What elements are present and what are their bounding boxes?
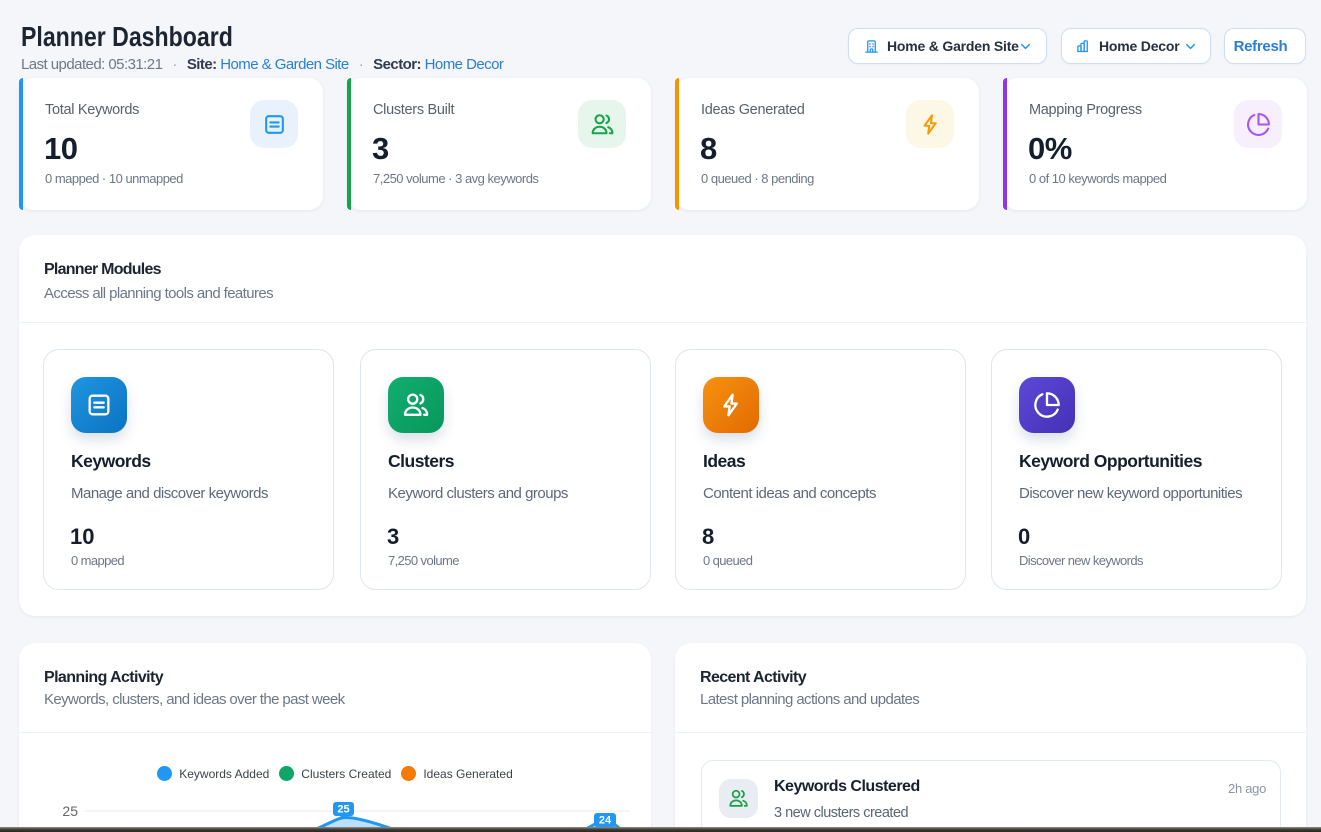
svg-text:25: 25 — [62, 803, 78, 819]
svg-text:25: 25 — [337, 804, 349, 816]
svg-text:24: 24 — [599, 815, 612, 827]
